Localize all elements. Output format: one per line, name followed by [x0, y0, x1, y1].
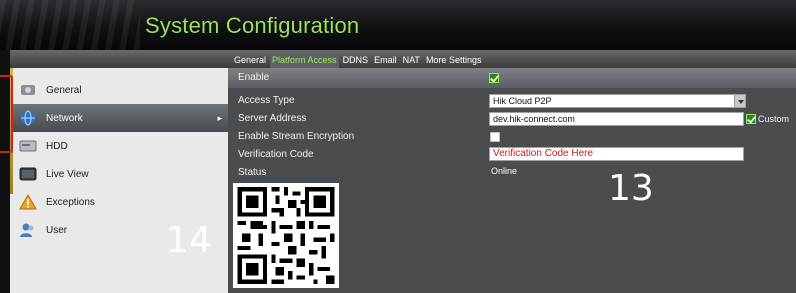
sidebar-header	[10, 50, 228, 68]
access-type-label: Access Type	[238, 95, 295, 106]
annotation-number-left: 14	[166, 220, 212, 261]
sidebar-item-label: Exceptions	[46, 196, 95, 208]
sidebar-item-general[interactable]: General	[10, 76, 228, 104]
page-title: System Configuration	[145, 13, 360, 38]
warning-icon	[18, 193, 38, 211]
stream-encryption-checkbox[interactable]	[490, 132, 500, 142]
sidebar-item-exceptions[interactable]: Exceptions	[10, 188, 228, 216]
verification-code-input[interactable]: Verification Code Here	[489, 147, 744, 161]
qr-code	[233, 183, 339, 288]
tab-general[interactable]: General	[232, 55, 268, 68]
server-address-label: Server Address	[238, 113, 307, 124]
enable-row: Enable	[228, 68, 796, 88]
header-decoration	[0, 0, 140, 50]
chevron-right-icon: ▸	[217, 113, 222, 123]
chevron-down-icon[interactable]	[734, 95, 745, 107]
general-icon	[18, 81, 38, 99]
sidebar-item-live-view[interactable]: Live View	[10, 160, 228, 188]
tab-email[interactable]: Email	[372, 55, 399, 68]
access-type-select[interactable]: Hik Cloud P2P	[489, 94, 746, 108]
title-bar: System Configuration	[0, 0, 796, 50]
tab-platform-access[interactable]: Platform Access	[270, 55, 339, 68]
status-label: Status	[238, 167, 267, 178]
annotation-number-right: 13	[608, 168, 654, 209]
tab-ddns[interactable]: DDNS	[341, 55, 371, 68]
tab-bar: General Platform Access DDNS Email NAT M…	[228, 50, 796, 68]
verification-code-label: Verification Code	[238, 149, 314, 160]
sidebar-item-label: Live View	[46, 168, 89, 180]
stream-encryption-label: Enable Stream Encryption	[238, 131, 355, 142]
network-icon	[18, 109, 38, 127]
custom-checkbox[interactable]	[746, 114, 756, 124]
user-icon	[18, 221, 38, 239]
custom-label: Custom	[758, 114, 790, 124]
sidebar-item-hdd[interactable]: HDD	[10, 132, 228, 160]
sidebar-item-label: General	[46, 84, 82, 96]
enable-label: Enable	[238, 72, 270, 83]
server-address-input[interactable]: dev.hik-connect.com	[489, 112, 744, 126]
enable-checkbox[interactable]	[489, 73, 499, 83]
sidebar-item-label: HDD	[46, 140, 68, 152]
sidebar-item-network[interactable]: Network ▸	[10, 104, 228, 132]
live-view-icon	[18, 165, 38, 183]
sidebar-item-label: User	[46, 224, 68, 236]
status-value: Online	[491, 166, 518, 176]
tab-more-settings[interactable]: More Settings	[424, 55, 484, 68]
sidebar-item-label: Network	[46, 112, 83, 124]
red-marker	[0, 75, 13, 153]
tab-nat[interactable]: NAT	[401, 55, 422, 68]
access-type-value: Hik Cloud P2P	[493, 96, 552, 106]
hdd-icon	[18, 137, 38, 155]
